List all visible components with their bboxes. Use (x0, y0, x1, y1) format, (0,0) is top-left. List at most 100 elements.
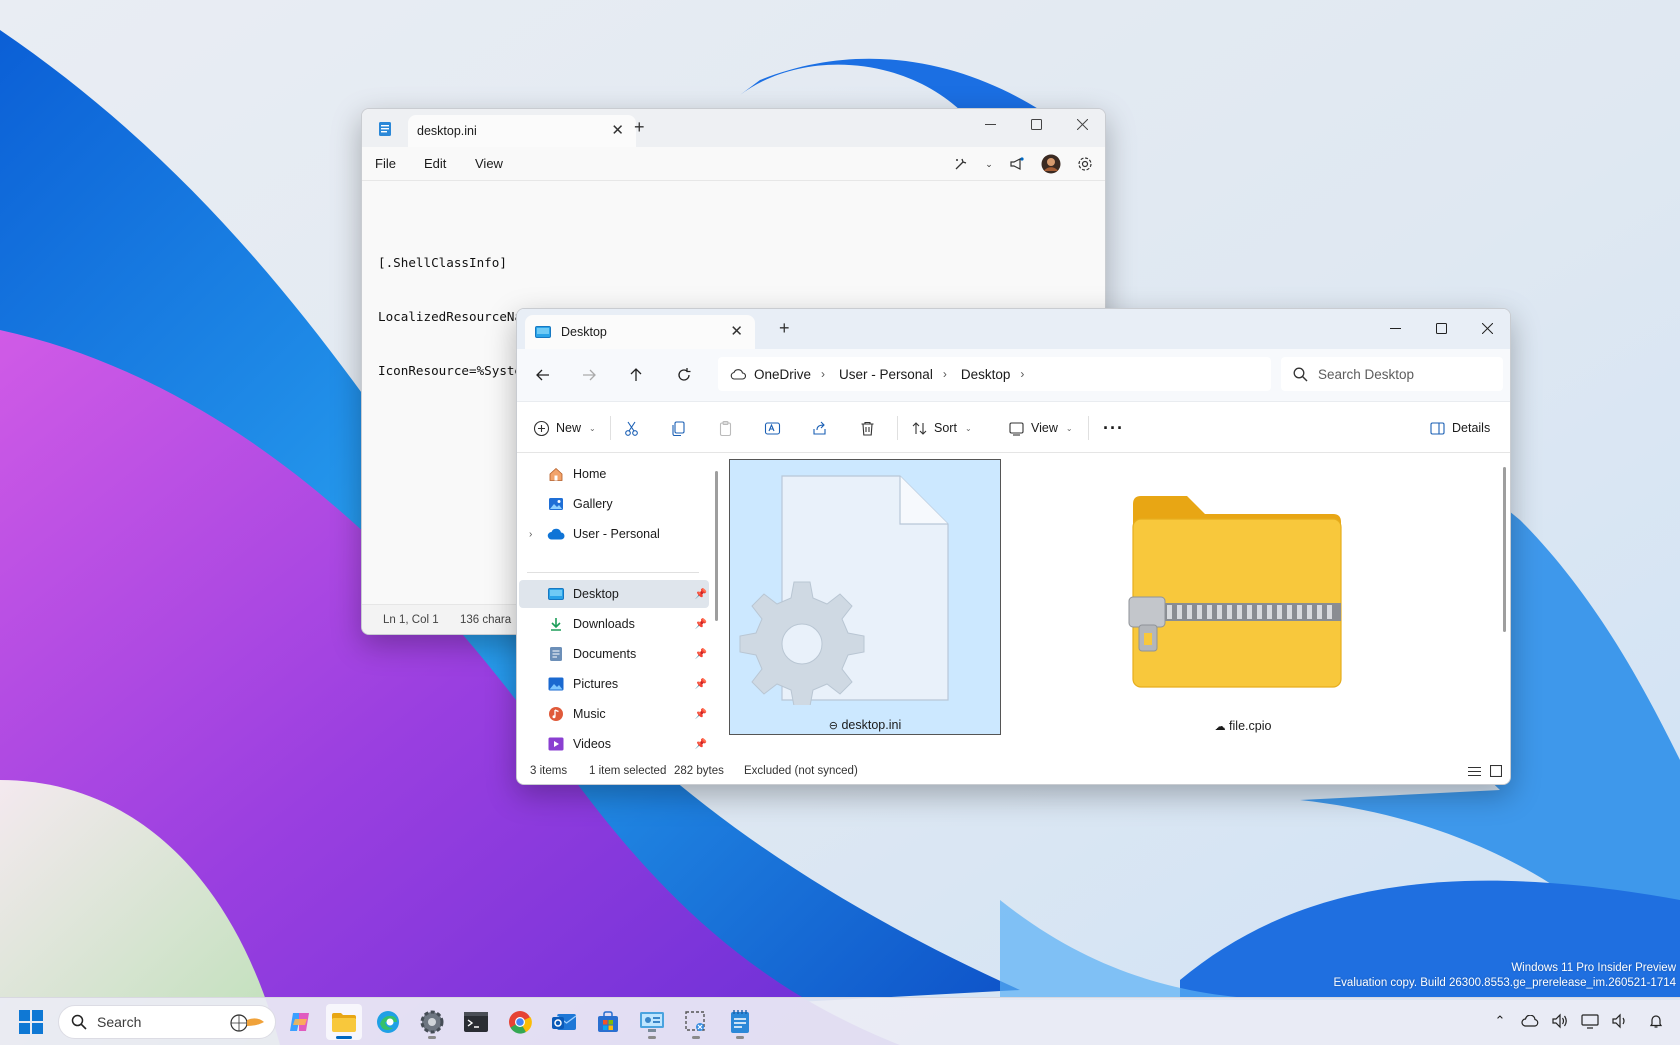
explorer-tab[interactable]: Desktop ✕ (525, 315, 755, 349)
tray-notification-icon[interactable] (1645, 1010, 1667, 1032)
nav-item-gallery[interactable]: Gallery (519, 490, 709, 518)
gear-icon[interactable] (1073, 153, 1097, 175)
nav-item-home[interactable]: Home (519, 460, 709, 488)
view-button[interactable]: View ⌄ (1008, 414, 1073, 442)
zip-folder-icon (1128, 496, 1342, 688)
tray-display-icon[interactable] (1579, 1010, 1601, 1032)
chevron-down-icon[interactable]: ⌄ (983, 153, 995, 175)
explorer-titlebar[interactable]: Desktop ✕ + (517, 309, 1510, 349)
notepad-tab[interactable]: desktop.ini ✕ (408, 115, 636, 147)
start-button[interactable] (18, 1009, 44, 1035)
tray-onedrive-icon[interactable] (1519, 1010, 1541, 1032)
breadcrumb-desktop[interactable]: Desktop (961, 367, 1011, 382)
content-scrollbar[interactable] (1503, 467, 1506, 632)
up-button[interactable] (621, 361, 651, 389)
search-box[interactable] (1281, 357, 1503, 391)
delete-button[interactable] (859, 414, 876, 442)
pin-icon[interactable]: 📌 (695, 619, 707, 630)
chevron-right-icon[interactable]: › (1020, 367, 1024, 381)
search-input[interactable] (1318, 366, 1488, 382)
nav-item-pictures[interactable]: Pictures 📌 (519, 670, 709, 698)
details-button[interactable]: Details (1429, 414, 1490, 442)
taskbar-control-panel[interactable] (634, 1004, 670, 1040)
nav-item-documents[interactable]: Documents 📌 (519, 640, 709, 668)
close-button[interactable] (1059, 109, 1105, 139)
tray-volume-icon[interactable] (1549, 1010, 1571, 1032)
tray-speaker-icon[interactable] (1609, 1010, 1631, 1032)
tray-overflow-chevron-icon[interactable]: ⌃ (1489, 1010, 1511, 1032)
taskbar-file-explorer[interactable] (326, 1004, 362, 1040)
taskbar-settings[interactable] (414, 1004, 450, 1040)
file-item-desktop-ini[interactable]: ⊖ desktop.ini (729, 459, 1001, 735)
taskbar-notepad[interactable] (722, 1004, 758, 1040)
pin-icon[interactable]: 📌 (695, 709, 707, 720)
paste-button[interactable] (717, 414, 734, 442)
new-button[interactable]: New ⌄ (533, 414, 596, 442)
forward-button[interactable] (574, 361, 604, 389)
nav-item-downloads[interactable]: Downloads 📌 (519, 610, 709, 638)
nav-label-videos: Videos (573, 737, 611, 751)
copy-button[interactable] (670, 414, 687, 442)
nav-item-onedrive[interactable]: › User - Personal (519, 520, 709, 548)
avatar[interactable] (1039, 153, 1063, 175)
minimize-button[interactable] (967, 109, 1013, 139)
new-tab-button[interactable]: + (779, 318, 790, 339)
divider (1088, 416, 1089, 440)
taskbar-outlook[interactable] (546, 1004, 582, 1040)
download-icon (547, 615, 565, 633)
pin-icon[interactable]: 📌 (695, 739, 707, 750)
close-tab-icon[interactable]: ✕ (611, 121, 624, 139)
back-button[interactable] (528, 361, 558, 389)
rename-button[interactable] (764, 414, 781, 442)
close-tab-icon[interactable]: ✕ (730, 322, 743, 340)
explorer-tab-title: Desktop (561, 325, 607, 339)
breadcrumb-onedrive[interactable]: OneDrive (754, 367, 811, 382)
new-tab-button[interactable]: + (634, 117, 645, 138)
terminal-icon (464, 1012, 488, 1032)
chevron-right-icon[interactable]: › (821, 367, 825, 381)
chevron-right-icon[interactable]: › (529, 529, 532, 540)
file-list: ⊖ desktop.ini ☁ file.cpio (721, 454, 1510, 759)
taskbar-search[interactable]: Search (58, 1005, 276, 1039)
share-button[interactable] (811, 414, 828, 442)
maximize-button[interactable] (1418, 313, 1464, 343)
taskbar-terminal[interactable] (458, 1004, 494, 1040)
taskbar-edge[interactable] (370, 1004, 406, 1040)
sort-button[interactable]: Sort ⌄ (911, 414, 972, 442)
nav-item-music[interactable]: Music 📌 (519, 700, 709, 728)
taskbar: Search ⌃ (0, 997, 1680, 1045)
refresh-button[interactable] (669, 361, 699, 389)
nav-item-videos[interactable]: Videos 📌 (519, 730, 709, 758)
taskbar-copilot[interactable] (282, 1004, 318, 1040)
taskbar-snipping-tool[interactable] (678, 1004, 714, 1040)
pin-icon[interactable]: 📌 (695, 589, 707, 600)
minimize-button[interactable] (1372, 313, 1418, 343)
taskbar-chrome[interactable] (502, 1004, 538, 1040)
maximize-button[interactable] (1013, 109, 1059, 139)
divider (610, 416, 611, 440)
taskbar-store[interactable] (590, 1004, 626, 1040)
more-options-button[interactable]: ··· (1103, 414, 1124, 442)
details-view-toggle[interactable] (1465, 763, 1483, 779)
menu-view[interactable]: View (475, 156, 503, 171)
snipping-icon (685, 1011, 705, 1031)
megaphone-icon[interactable] (1005, 153, 1029, 175)
watermark-line2: Evaluation copy. Build 26300.8553.ge_pre… (1333, 977, 1676, 989)
file-item-file-cpio[interactable]: ☁ file.cpio (1107, 459, 1379, 735)
nav-item-desktop[interactable]: Desktop 📌 (519, 580, 709, 608)
nav-scrollbar[interactable] (715, 471, 718, 621)
pin-icon[interactable]: 📌 (695, 649, 707, 660)
details-label: Details (1452, 421, 1491, 435)
pin-icon[interactable]: 📌 (695, 679, 707, 690)
menu-file[interactable]: File (375, 156, 396, 171)
close-button[interactable] (1464, 313, 1510, 343)
cut-button[interactable] (623, 414, 640, 442)
plus-circle-icon (533, 420, 550, 436)
breadcrumb-user-personal[interactable]: User - Personal (839, 367, 933, 382)
menu-edit[interactable]: Edit (424, 156, 446, 171)
address-bar[interactable]: OneDrive › User - Personal › Desktop › (718, 357, 1271, 391)
chevron-right-icon[interactable]: › (943, 367, 947, 381)
notepad-titlebar[interactable]: desktop.ini ✕ + (362, 109, 1105, 147)
tiles-view-toggle[interactable] (1487, 763, 1505, 779)
rewrite-icon[interactable] (949, 153, 973, 175)
